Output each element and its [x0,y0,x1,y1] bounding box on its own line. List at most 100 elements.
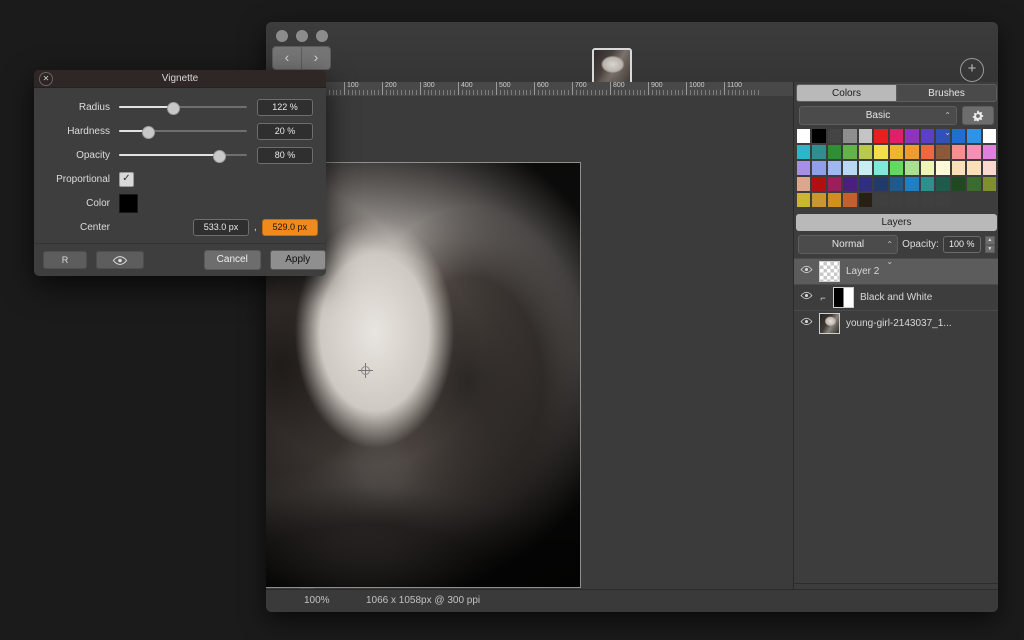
window-controls[interactable] [276,30,328,42]
close-icon[interactable]: ✕ [39,72,53,86]
nav-back-button[interactable]: ‹ [272,46,302,70]
color-swatch[interactable] [935,144,950,160]
color-swatch[interactable] [951,176,966,192]
opacity-stepper[interactable]: ▲ ▼ [985,236,995,253]
color-swatch[interactable] [920,128,935,144]
color-swatch[interactable] [811,128,826,144]
proportional-checkbox[interactable]: ✓ [119,172,134,187]
color-swatch[interactable] [873,160,888,176]
tab-brushes[interactable]: Brushes [897,84,997,102]
preview-toggle-button[interactable] [96,251,144,269]
color-swatch[interactable] [842,128,857,144]
slider-knob[interactable] [167,102,180,115]
color-swatch[interactable] [966,176,981,192]
color-swatch[interactable] [904,176,919,192]
slider-knob[interactable] [142,126,155,139]
color-swatch[interactable] [827,192,842,208]
nav-forward-button[interactable]: › [302,46,331,70]
center-x-input[interactable]: 533.0 px [193,219,249,236]
color-swatch[interactable] [827,176,842,192]
color-swatch[interactable] [966,160,981,176]
color-swatch[interactable] [873,176,888,192]
color-swatch[interactable] [873,128,888,144]
color-swatch[interactable] [951,128,966,144]
add-document-button[interactable]: + [960,58,984,82]
color-swatch[interactable] [842,176,857,192]
hardness-input[interactable]: 20 % [257,123,313,140]
layer-visibility-icon[interactable] [800,291,813,304]
color-swatch[interactable] [935,160,950,176]
color-swatch[interactable] [842,192,857,208]
opacity-input[interactable]: 100 % [943,236,981,253]
color-swatch[interactable] [935,176,950,192]
color-swatch[interactable] [904,128,919,144]
document-nav[interactable]: ‹ › [272,46,331,70]
layer-visibility-icon[interactable] [800,317,813,330]
color-swatch[interactable] [858,128,873,144]
color-swatch[interactable] [873,144,888,160]
layers-list[interactable]: Layer 2⌐Black and Whiteyoung-girl-214303… [794,258,998,336]
color-swatch[interactable] [951,144,966,160]
color-swatch[interactable] [858,192,873,208]
layer-row[interactable]: Layer 2 [794,258,998,284]
apply-button[interactable]: Apply [270,250,327,270]
color-swatch[interactable] [811,192,826,208]
opacity-input[interactable]: 80 % [257,147,313,164]
layer-visibility-icon[interactable] [800,265,813,278]
color-swatch[interactable] [920,160,935,176]
close-window-button[interactable] [276,30,288,42]
vignette-center-handle[interactable] [358,363,373,378]
opacity-stepper-down[interactable]: ▼ [985,245,995,254]
color-swatch[interactable] [920,176,935,192]
color-swatch[interactable] [827,160,842,176]
tab-colors[interactable]: Colors [796,84,897,102]
color-swatch[interactable] [889,144,904,160]
color-swatches[interactable] [794,128,998,208]
color-swatch[interactable] [827,144,842,160]
layer-row[interactable]: ⌐Black and White [794,284,998,310]
color-swatch[interactable] [858,176,873,192]
color-swatch[interactable] [796,128,811,144]
color-swatch[interactable] [966,144,981,160]
color-swatch[interactable] [982,144,997,160]
minimize-window-button[interactable] [296,30,308,42]
color-swatch[interactable] [889,192,904,208]
layer-row[interactable]: young-girl-2143037_1... [794,310,998,336]
color-swatch[interactable] [920,144,935,160]
color-swatch[interactable] [796,144,811,160]
color-swatch[interactable] [982,128,997,144]
color-swatch[interactable] [811,144,826,160]
zoom-level[interactable]: 100% [304,595,330,606]
color-swatch[interactable] [889,176,904,192]
hardness-slider[interactable] [119,124,247,138]
color-swatch[interactable] [842,160,857,176]
color-swatch[interactable] [951,160,966,176]
color-swatch[interactable] [904,160,919,176]
radius-input[interactable]: 122 % [257,99,313,116]
radius-slider[interactable] [119,100,247,114]
panel-tabs[interactable]: Colors Brushes [796,84,997,102]
color-swatch[interactable] [796,176,811,192]
color-swatch[interactable] [811,176,826,192]
color-swatch[interactable] [827,128,842,144]
color-swatch[interactable] [889,160,904,176]
slider-knob[interactable] [213,150,226,163]
color-swatch[interactable] [811,160,826,176]
color-swatch[interactable] [858,144,873,160]
opacity-slider[interactable] [119,148,247,162]
blend-mode-select[interactable]: Normal ⌃⌄ [798,235,898,254]
color-swatch[interactable] [796,160,811,176]
color-swatch-button[interactable] [119,194,138,213]
color-swatch[interactable] [935,192,950,208]
color-swatch[interactable] [904,144,919,160]
color-swatch[interactable] [904,192,919,208]
color-swatch[interactable] [873,192,888,208]
color-swatch[interactable] [920,192,935,208]
zoom-window-button[interactable] [316,30,328,42]
palette-select[interactable]: Basic ⌃⌄ [799,106,957,125]
color-swatch[interactable] [842,144,857,160]
opacity-stepper-up[interactable]: ▲ [985,236,995,245]
center-y-input[interactable]: 529.0 px [262,219,318,236]
color-swatch[interactable] [796,192,811,208]
color-swatch[interactable] [982,160,997,176]
